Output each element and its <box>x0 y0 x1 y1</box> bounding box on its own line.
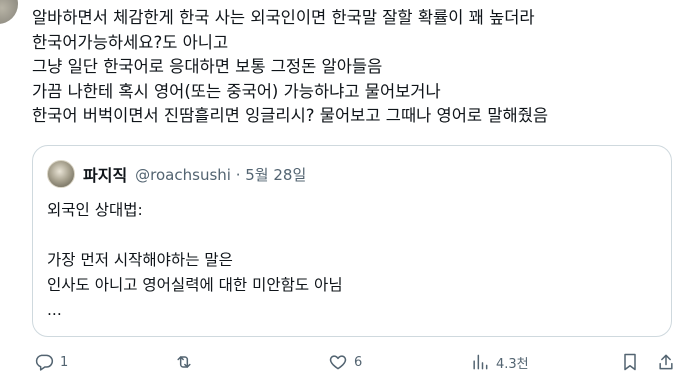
tweet-line: 한국어 버벅이면서 진땀흘리면 잉글리시? 물어보고 그때나 영어로 말해줬음 <box>32 106 549 125</box>
retweet-icon <box>177 356 191 368</box>
tweet-card: 알바하면서 체감한게 한국 사는 외국인이면 한국말 잘할 확률이 꽤 높더라 … <box>0 0 689 382</box>
views-icon <box>473 354 488 370</box>
quoted-tweet[interactable]: 파지직 @roachsushi · 5월 28일 외국인 상대법: 가장 먼저 … <box>32 145 672 337</box>
like-count: 6 <box>354 354 363 370</box>
quoted-line: 인사도 아니고 영어실력에 대한 미안함도 아님 <box>47 276 343 294</box>
views-count: 4.3천 <box>496 356 529 372</box>
reply-icon <box>35 354 54 371</box>
tweet-line: 그냥 일단 한국어로 응대하면 보통 그정돈 알아들음 <box>32 57 383 76</box>
author-avatar[interactable] <box>0 0 18 24</box>
tweet-text: 알바하면서 체감한게 한국 사는 외국인이면 한국말 잘할 확률이 꽤 높더라 … <box>32 6 672 129</box>
bookmark-icon <box>624 353 636 371</box>
quoted-handle-date: @roachsushi · 5월 28일 <box>135 165 307 184</box>
bookmark-button[interactable] <box>620 348 640 376</box>
share-button[interactable] <box>656 348 676 376</box>
like-button[interactable]: 6 <box>328 348 362 376</box>
reply-count: 1 <box>60 354 69 370</box>
tweet-line: 한국어가능하세요?도 아니고 <box>32 32 229 52</box>
quoted-line <box>47 223 343 248</box>
like-icon <box>329 355 347 370</box>
tweet-line: 가끔 나한테 혹시 영어(또는 중국어) 가능하냐고 물어보거나 <box>32 81 441 101</box>
share-icon <box>659 354 673 370</box>
quoted-author-name: 파지직 <box>83 166 128 185</box>
tweet-line: 알바하면서 체감한게 한국 사는 외국인이면 한국말 잘할 확률이 꽤 높더라 <box>32 8 535 27</box>
views-button[interactable]: 4.3천 <box>470 348 529 376</box>
quoted-header: 파지직 @roachsushi · 5월 28일 <box>47 160 306 188</box>
quoted-avatar <box>47 160 75 188</box>
quoted-line: ... <box>47 301 62 319</box>
quoted-text: 외국인 상대법: 가장 먼저 시작해야하는 말은 인사도 아니고 영어실력에 대… <box>47 198 343 323</box>
action-bar: 1 6 4.3천 <box>32 348 682 376</box>
retweet-button[interactable] <box>174 348 200 376</box>
quoted-line: 외국인 상대법: <box>47 201 143 219</box>
quoted-line: 가장 먼저 시작해야하는 말은 <box>47 251 233 269</box>
reply-button[interactable]: 1 <box>34 348 68 376</box>
